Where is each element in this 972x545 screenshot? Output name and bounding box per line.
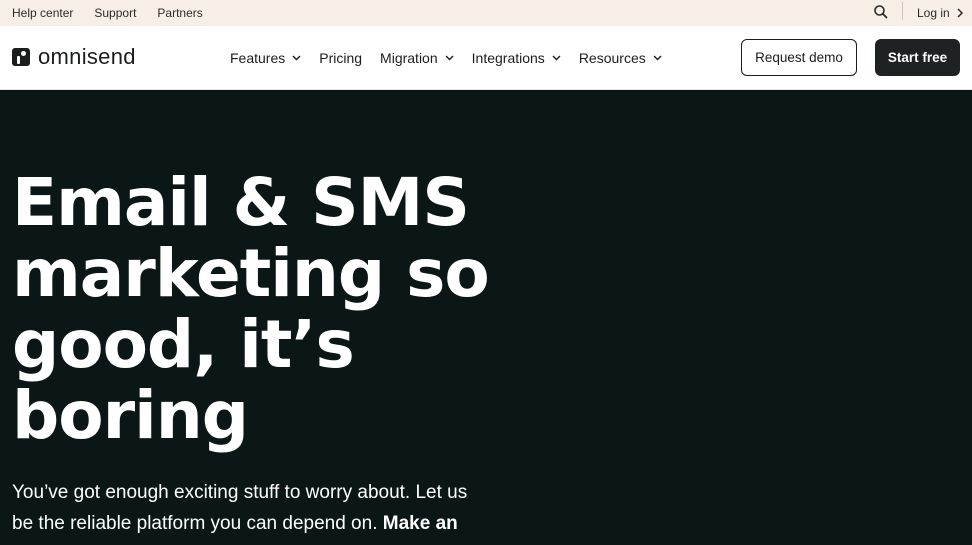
nav-integrations-label: Integrations (471, 50, 545, 66)
support-link[interactable]: Support (94, 6, 136, 20)
top-utility-bar: Help center Support Partners Log in (0, 0, 972, 26)
utility-links: Help center Support Partners (12, 0, 224, 26)
omnisend-logo[interactable]: omnisend (12, 43, 136, 71)
main-navbar: omnisend Features Pricing Migration Inte… (0, 26, 972, 90)
chevron-down-icon (653, 55, 662, 61)
chevron-down-icon (292, 55, 301, 61)
hero-subtext-link[interactable]: Make an (383, 513, 458, 534)
nav-pricing[interactable]: Pricing (319, 50, 362, 66)
nav-resources-label: Resources (578, 50, 646, 66)
main-menu: Features Pricing Migration Integrations … (230, 26, 680, 90)
topbar-divider (902, 2, 903, 20)
nav-features[interactable]: Features (230, 50, 301, 66)
nav-migration-label: Migration (380, 50, 438, 66)
nav-integrations[interactable]: Integrations (472, 50, 561, 66)
nav-resources[interactable]: Resources (579, 50, 662, 66)
search-icon[interactable] (872, 3, 890, 21)
help-center-link[interactable]: Help center (12, 6, 73, 20)
hero-heading-line: good, it’s (12, 306, 355, 383)
request-demo-button[interactable]: Request demo (741, 39, 857, 76)
hero-heading: Email & SMS marketing so good, it’s bori… (12, 167, 532, 451)
chevron-down-icon (445, 55, 454, 61)
hero-heading-line: boring (12, 377, 249, 454)
hero-heading-line: marketing so (12, 235, 490, 312)
nav-pricing-label: Pricing (319, 50, 363, 66)
logo-text: omnisend (38, 44, 136, 69)
hero-heading-line: Email & SMS (12, 164, 470, 241)
omnisend-logo-icon (12, 48, 30, 66)
nav-features-label: Features (230, 50, 286, 66)
chevron-down-icon (552, 55, 561, 61)
start-free-button[interactable]: Start free (875, 39, 960, 76)
hero-subtext: You’ve got enough exciting stuff to worr… (12, 477, 492, 539)
partners-link[interactable]: Partners (157, 6, 202, 20)
login-link[interactable]: Log in (917, 0, 964, 26)
hero-section: Email & SMS marketing so good, it’s bori… (0, 91, 972, 545)
login-label: Log in (917, 6, 950, 20)
nav-migration[interactable]: Migration (380, 50, 454, 66)
chevron-right-icon (957, 8, 963, 18)
